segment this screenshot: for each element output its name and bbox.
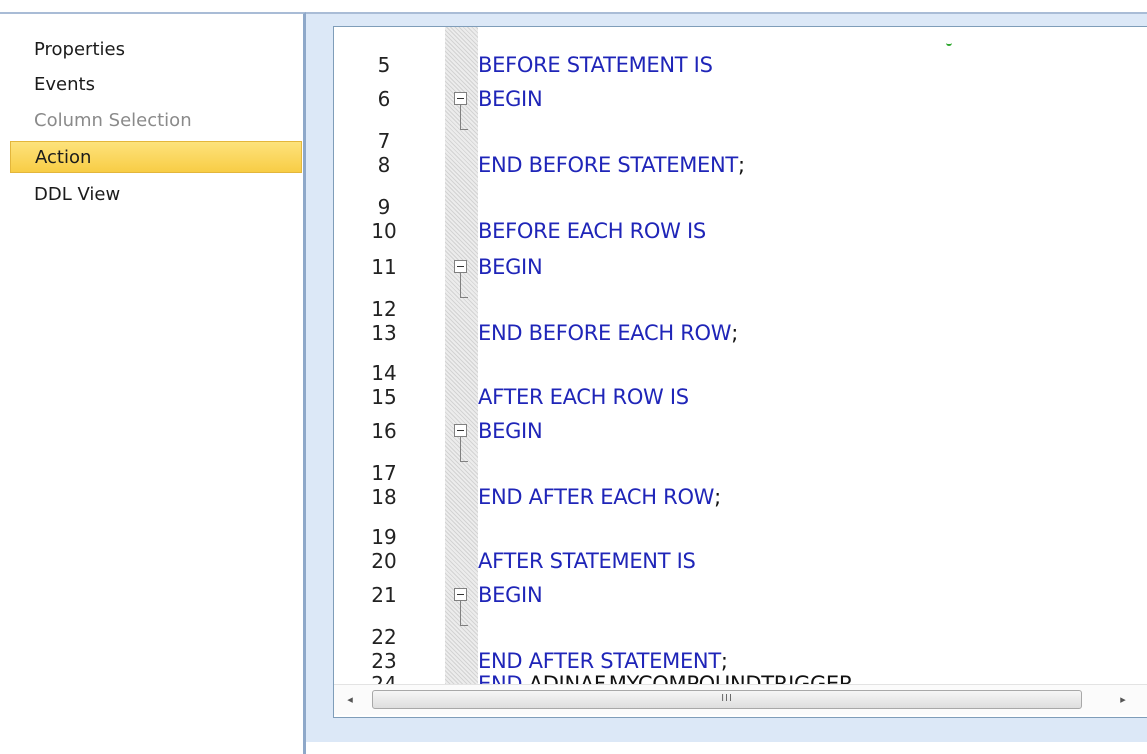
code-line[interactable]: 10 BEFORE EACH ROW IS xyxy=(334,216,1134,246)
code-keyword: END BEFORE STATEMENT xyxy=(478,153,738,177)
sidebar-item-properties[interactable]: Properties xyxy=(10,34,302,66)
code-text: END BEFORE EACH ROW; xyxy=(478,318,738,348)
code-line[interactable]: 20 AFTER STATEMENT IS xyxy=(334,546,1134,576)
code-line[interactable]: 15 AFTER EACH ROW IS xyxy=(334,382,1134,412)
code-keyword: BEGIN xyxy=(478,419,543,443)
code-keyword: AFTER STATEMENT IS xyxy=(478,549,696,573)
sidebar-item-events[interactable]: Events xyxy=(10,69,302,101)
line-number: 5 xyxy=(377,53,391,77)
code-text: AFTER STATEMENT IS xyxy=(478,546,696,576)
code-text: BEGIN xyxy=(478,580,543,610)
line-number: 15 xyxy=(371,385,397,409)
code-line[interactable]: 11 BEGIN xyxy=(334,252,1134,298)
code-text: BEFORE STATEMENT IS xyxy=(478,50,713,80)
code-keyword: END BEFORE EACH ROW xyxy=(478,321,732,345)
code-line[interactable]: 21 BEGIN xyxy=(334,580,1134,626)
code-plain-text: ; xyxy=(731,321,739,345)
code-line[interactable]: 8 END BEFORE STATEMENT; xyxy=(334,150,1134,180)
code-keyword: END AFTER EACH ROW xyxy=(478,485,715,509)
code-line[interactable]: 5 BEFORE STATEMENT IS xyxy=(334,50,1134,80)
horizontal-scrollbar[interactable]: ◂ III ▸ xyxy=(334,684,1147,715)
code-text: BEGIN xyxy=(478,84,543,114)
line-number: 10 xyxy=(371,219,397,243)
sidebar-item-action[interactable]: Action xyxy=(10,141,302,173)
code-plain-text: ; xyxy=(714,485,721,509)
scroll-left-icon[interactable]: ◂ xyxy=(336,685,364,715)
line-number: 21 xyxy=(371,583,397,607)
code-editor[interactable]: 5 BEFORE STATEMENT IS 6 BEGIN 7 8 END BEFORE S… xyxy=(333,26,1147,718)
collapse-icon[interactable] xyxy=(454,588,467,601)
code-plain-text: ; xyxy=(737,153,745,177)
code-text: BEGIN xyxy=(478,252,543,282)
line-number: 8 xyxy=(377,153,391,177)
navigation-sidebar: Properties Events Column Selection Actio… xyxy=(0,12,306,754)
code-keyword: BEFORE EACH ROW IS xyxy=(478,219,706,243)
code-keyword: BEGIN xyxy=(478,87,543,111)
code-line[interactable]: 6 BEGIN xyxy=(334,84,1134,130)
code-text: BEFORE EACH ROW IS xyxy=(478,216,706,246)
scrollbar-grip-icon: III xyxy=(721,693,733,704)
code-text: BEGIN xyxy=(478,416,543,446)
collapse-icon[interactable] xyxy=(454,260,467,273)
line-number: 16 xyxy=(371,419,397,443)
code-keyword: BEFORE STATEMENT IS xyxy=(478,53,713,77)
line-number: 18 xyxy=(371,485,397,509)
code-text: END AFTER EACH ROW; xyxy=(478,482,721,512)
code-line[interactable]: 18 END AFTER EACH ROW; xyxy=(334,482,1134,512)
collapse-icon[interactable] xyxy=(454,92,467,105)
code-keyword: BEGIN xyxy=(478,255,543,279)
code-text: AFTER EACH ROW IS xyxy=(478,382,689,412)
line-number: 11 xyxy=(371,255,397,279)
scrollbar-thumb[interactable]: III xyxy=(372,690,1082,709)
sidebar-item-ddl-view[interactable]: DDL View xyxy=(10,179,302,211)
sidebar-item-column-selection: Column Selection xyxy=(34,110,192,131)
code-line[interactable]: 13 END BEFORE EACH ROW; xyxy=(334,318,1134,348)
line-number: 13 xyxy=(371,321,397,345)
code-text: END BEFORE STATEMENT; xyxy=(478,150,745,180)
change-marker-icon xyxy=(946,41,952,46)
line-number: 20 xyxy=(371,549,397,573)
code-line[interactable]: 16 BEGIN xyxy=(334,416,1134,462)
scroll-right-icon[interactable]: ▸ xyxy=(1109,685,1137,715)
line-number: 6 xyxy=(377,87,391,111)
code-keyword: AFTER EACH ROW IS xyxy=(478,385,689,409)
collapse-icon[interactable] xyxy=(454,424,467,437)
code-keyword: BEGIN xyxy=(478,583,543,607)
